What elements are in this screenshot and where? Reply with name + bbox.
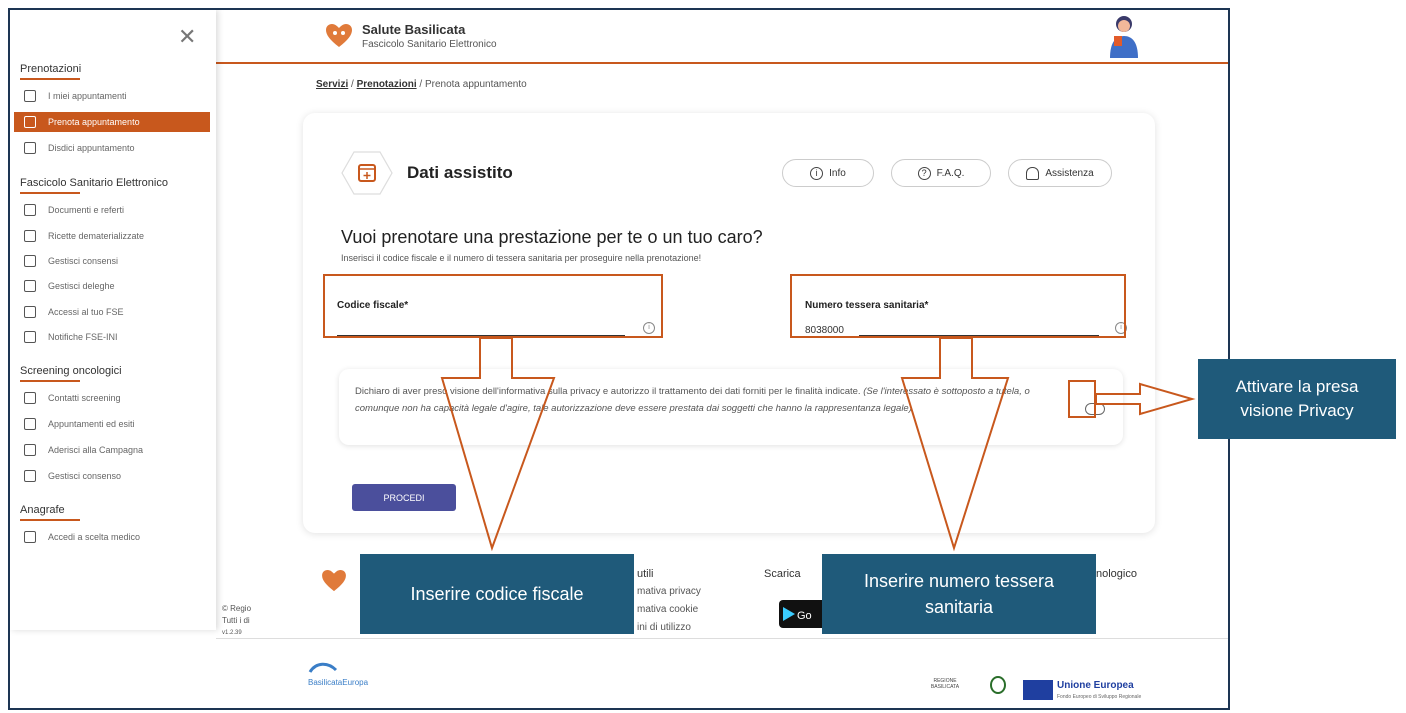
highlight-tessera-sanitaria bbox=[790, 274, 1126, 338]
callout-privacy: Attivare la presa visione Privacy bbox=[1198, 359, 1396, 439]
highlight-privacy-toggle bbox=[1068, 380, 1096, 418]
highlight-codice-fiscale bbox=[323, 274, 663, 338]
callout-codice-fiscale: Inserire codice fiscale bbox=[360, 554, 634, 634]
annotation-arrows bbox=[440, 337, 1196, 552]
callout-tessera-sanitaria: Inserire numero tessera sanitaria bbox=[822, 554, 1096, 634]
